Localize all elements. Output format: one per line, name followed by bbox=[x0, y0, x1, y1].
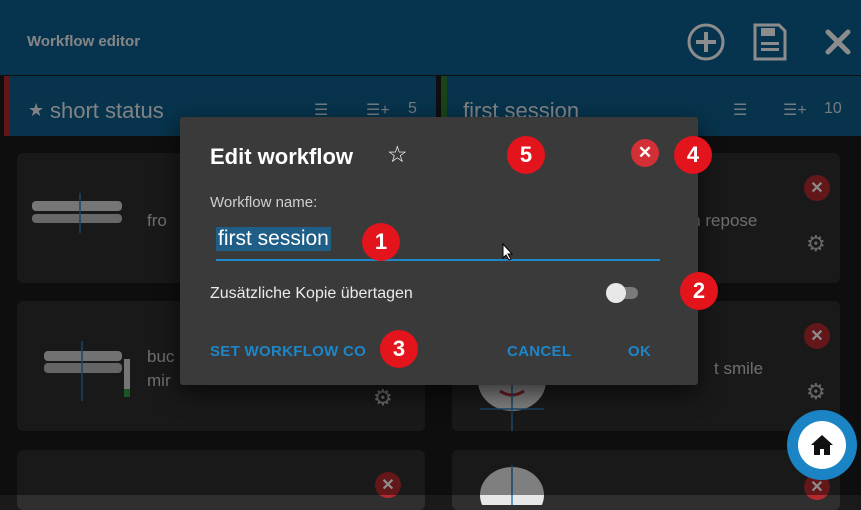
dialog-title: Edit workflow bbox=[210, 144, 353, 169]
edit-workflow-dialog: Edit workflow ☆ ✕ Workflow name: first s… bbox=[180, 117, 698, 385]
workflow-name-value: first session bbox=[216, 227, 331, 251]
star-icon[interactable]: ☆ bbox=[387, 141, 408, 168]
marker-2: 2 bbox=[680, 272, 718, 310]
workflow-name-input[interactable]: first session bbox=[216, 225, 660, 261]
marker-1: 1 bbox=[362, 223, 400, 261]
marker-4: 4 bbox=[674, 136, 712, 174]
set-workflow-button[interactable]: SET WORKFLOW CO bbox=[210, 343, 366, 360]
mouse-cursor-icon bbox=[502, 243, 514, 261]
marker-5: 5 bbox=[507, 136, 545, 174]
copy-toggle[interactable] bbox=[606, 283, 638, 303]
dialog-close-icon[interactable]: ✕ bbox=[631, 139, 659, 167]
home-button[interactable] bbox=[787, 410, 857, 480]
ok-button[interactable]: OK bbox=[628, 343, 651, 360]
home-button-inner bbox=[798, 421, 846, 469]
cancel-button[interactable]: CANCEL bbox=[507, 343, 571, 360]
workflow-name-label: Workflow name: bbox=[210, 194, 318, 211]
toggle-knob bbox=[606, 283, 626, 303]
home-icon bbox=[811, 435, 833, 455]
marker-3: 3 bbox=[380, 330, 418, 368]
copy-toggle-label: Zusätzliche Kopie übertagen bbox=[210, 285, 413, 302]
